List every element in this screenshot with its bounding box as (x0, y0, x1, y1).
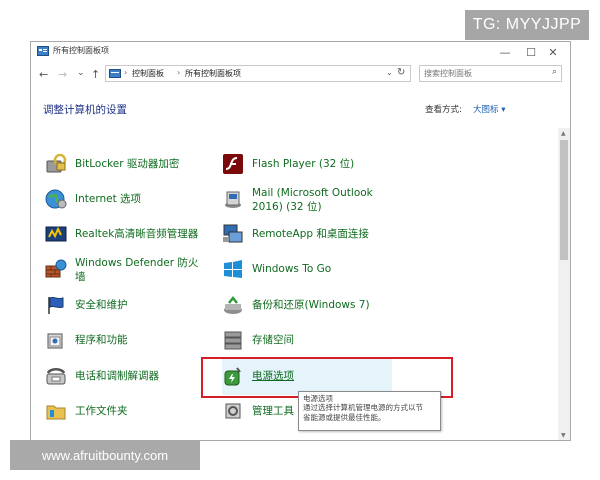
item-firewall[interactable]: Windows Defender 防火 墙 (45, 255, 215, 285)
backup-icon (224, 295, 242, 314)
tooltip-line: 省能源或提供最佳性能。 (303, 413, 386, 422)
item-label[interactable]: 管理工具 (252, 405, 294, 418)
title-bar: 所有控制面板项 — ☐ ✕ (31, 42, 570, 62)
item-backup-restore[interactable]: 备份和还原(Windows 7) (222, 291, 392, 321)
item-label[interactable]: 电话和调制解调器 (75, 370, 159, 383)
up-arrow-icon[interactable]: ↑ (91, 68, 100, 81)
control-panel-small-icon (109, 69, 121, 78)
item-label[interactable]: Mail (Microsoft Outlook (252, 187, 373, 200)
view-by-label: 查看方式: (425, 105, 462, 115)
item-label[interactable]: 安全和维护 (75, 299, 128, 312)
address-box[interactable]: › 控制面板 › 所有控制面板项 ⌄ ↻ (105, 65, 411, 82)
item-storage-spaces[interactable]: 存储空间 (222, 326, 392, 356)
item-realtek-audio[interactable]: Realtek高清晰音频管理器 (45, 220, 215, 250)
item-label[interactable]: Internet 选项 (75, 193, 141, 206)
item-label[interactable]: Windows To Go (252, 263, 331, 276)
item-label[interactable]: 工作文件夹 (75, 405, 128, 418)
tooltip-title: 电源选项 (303, 394, 333, 403)
breadcrumb-separator: › (177, 68, 181, 77)
search-icon[interactable]: ⌕ (552, 67, 557, 77)
scroll-up-icon[interactable]: ▲ (561, 130, 566, 137)
item-flash-player[interactable]: Flash Player (32 位) (222, 150, 392, 180)
refresh-icon[interactable]: ↻ (397, 67, 405, 78)
view-by-dropdown[interactable]: 大图标 ▾ (473, 103, 505, 115)
search-box[interactable]: ⌕ (419, 65, 562, 82)
item-label-line2[interactable]: 墙 (75, 271, 86, 284)
breadcrumb-all-items[interactable]: 所有控制面板项 (185, 68, 241, 79)
security-flag-icon (48, 296, 64, 314)
scroll-thumb[interactable] (560, 140, 568, 260)
firewall-icon (45, 259, 67, 278)
work-folders-icon (46, 405, 66, 420)
item-phone-modem[interactable]: 电话和调制解调器 (45, 362, 215, 392)
item-remoteapp[interactable]: RemoteApp 和桌面连接 (222, 220, 392, 250)
search-input[interactable] (424, 67, 544, 80)
minimize-button[interactable]: — (492, 43, 518, 61)
address-dropdown-icon[interactable]: ⌄ (386, 68, 393, 77)
storage-icon (224, 331, 242, 350)
item-label[interactable]: Realtek高清晰音频管理器 (75, 228, 198, 241)
item-label-line2[interactable]: 2016) (32 位) (252, 201, 322, 214)
item-windows-to-go[interactable]: Windows To Go (222, 255, 392, 285)
scroll-down-icon[interactable]: ▼ (561, 432, 566, 439)
address-bar: ← → ⌄ ↑ › 控制面板 › 所有控制面板项 ⌄ ↻ ⌕ (31, 63, 570, 87)
forward-arrow-icon[interactable]: → (58, 68, 67, 81)
item-bitlocker[interactable]: BitLocker 驱动器加密 (45, 150, 215, 180)
flash-icon (223, 154, 243, 174)
watermark: www.afruitbounty.com (10, 440, 200, 470)
windows-to-go-icon (224, 260, 242, 278)
tooltip-line: 通过选择计算机管理电源的方式以节 (303, 403, 423, 412)
remoteapp-icon (223, 224, 243, 243)
item-label[interactable]: Flash Player (32 位) (252, 158, 354, 171)
item-label[interactable]: 备份和还原(Windows 7) (252, 299, 370, 312)
item-label[interactable]: 程序和功能 (75, 334, 128, 347)
item-internet-options[interactable]: Internet 选项 (45, 185, 215, 215)
item-work-folders[interactable]: 工作文件夹 (45, 397, 215, 427)
recent-dropdown-icon[interactable]: ⌄ (77, 68, 85, 78)
item-security-maintenance[interactable]: 安全和维护 (45, 291, 215, 321)
breadcrumb-control-panel[interactable]: 控制面板 (132, 68, 164, 79)
tooltip: 电源选项 通过选择计算机管理电源的方式以节 省能源或提供最佳性能。 (298, 391, 441, 431)
bitlocker-icon (46, 153, 67, 173)
close-button[interactable]: ✕ (540, 43, 566, 61)
item-label[interactable]: 存储空间 (252, 334, 294, 347)
internet-options-icon (45, 189, 67, 209)
mail-icon (225, 191, 241, 208)
item-label[interactable]: Windows Defender 防火 (75, 257, 198, 270)
programs-icon (47, 333, 63, 349)
admin-tools-icon (225, 403, 241, 419)
item-label[interactable]: RemoteApp 和桌面连接 (252, 228, 369, 241)
breadcrumb-separator: › (124, 68, 128, 77)
control-panel-icon (37, 46, 49, 56)
item-programs-features[interactable]: 程序和功能 (45, 326, 215, 356)
back-arrow-icon[interactable]: ← (39, 68, 48, 81)
window-title: 所有控制面板项 (53, 46, 109, 55)
item-label[interactable]: BitLocker 驱动器加密 (75, 158, 179, 171)
page-heading: 调整计算机的设置 (43, 104, 127, 116)
realtek-audio-icon (45, 226, 67, 242)
phone-modem-icon (46, 368, 66, 385)
vertical-scrollbar[interactable]: ▲ ▼ (558, 128, 570, 440)
tg-label: TG: MYYJJPP (465, 10, 589, 40)
item-mail[interactable]: Mail (Microsoft Outlook 2016) (32 位) (222, 185, 392, 215)
